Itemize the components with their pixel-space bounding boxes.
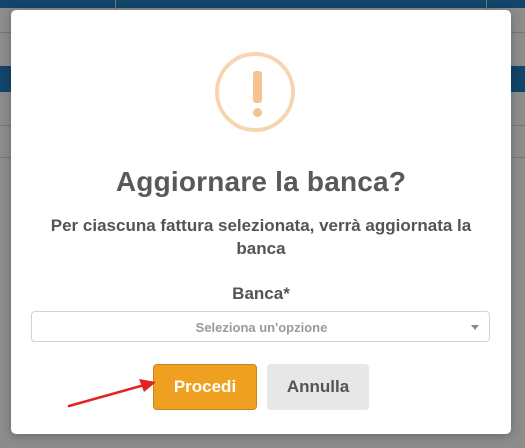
bank-select[interactable]: Seleziona un'opzione xyxy=(31,311,490,342)
confirm-button[interactable]: Procedi xyxy=(153,364,257,410)
exclamation-dot xyxy=(253,108,262,117)
confirm-dialog: Aggiornare la banca? Per ciascuna fattur… xyxy=(11,10,511,434)
bank-field-label: Banca* xyxy=(232,284,290,303)
chevron-down-icon xyxy=(471,325,479,330)
warning-icon xyxy=(215,52,295,132)
cancel-button[interactable]: Annulla xyxy=(267,364,369,410)
bank-select-placeholder: Seleziona un'opzione xyxy=(195,320,328,335)
dialog-title: Aggiornare la banca? xyxy=(115,166,407,197)
dialog-message: Per ciascuna fattura selezionata, verrà … xyxy=(50,216,472,258)
exclamation-bar xyxy=(253,71,262,103)
